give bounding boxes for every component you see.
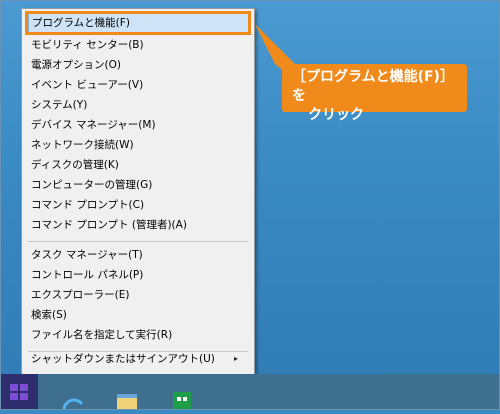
menu-item-event-viewer[interactable]: イベント ビューアー(V) <box>28 75 250 95</box>
instruction-callout: ［プログラムと機能(F)］を クリック <box>282 64 467 123</box>
menu-item-run[interactable]: ファイル名を指定して実行(R) <box>28 325 250 345</box>
start-button[interactable] <box>0 374 38 410</box>
explorer-icon[interactable] <box>115 390 139 410</box>
menu-item-shutdown-signout[interactable]: シャットダウンまたはサインアウト(U) ▸ <box>28 349 250 369</box>
highlight-frame <box>25 11 251 35</box>
menu-item-command-prompt-admin[interactable]: コマンド プロンプト (管理者)(A) <box>28 215 250 235</box>
menu-item-task-manager[interactable]: タスク マネージャー(T) <box>28 245 250 265</box>
menu-item-control-panel[interactable]: コントロール パネル(P) <box>28 265 250 285</box>
menu-item-device-manager[interactable]: デバイス マネージャー(M) <box>28 115 250 135</box>
menu-item-mobility-center[interactable]: モビリティ センター(B) <box>28 35 250 55</box>
callout-line-1: ［プログラムと機能(F)］を <box>292 69 454 104</box>
menu-item-explorer[interactable]: エクスプローラー(E) <box>28 285 250 305</box>
menu-item-system[interactable]: システム(Y) <box>28 95 250 115</box>
menu-item-disk-management[interactable]: ディスクの管理(K) <box>28 155 250 175</box>
menu-item-command-prompt[interactable]: コマンド プロンプト(C) <box>28 195 250 215</box>
ie-icon[interactable] <box>60 390 84 410</box>
menu-separator <box>28 241 248 242</box>
menu-item-label: シャットダウンまたはサインアウト(U) <box>31 353 215 365</box>
submenu-arrow-icon: ▸ <box>233 354 238 363</box>
store-icon[interactable] <box>170 390 194 410</box>
winx-context-menu: プログラムと機能(F) モビリティ センター(B) 電源オプション(O) イベン… <box>21 8 255 394</box>
menu-item-power-options[interactable]: 電源オプション(O) <box>28 55 250 75</box>
menu-item-search[interactable]: 検索(S) <box>28 305 250 325</box>
menu-item-network-connections[interactable]: ネットワーク接続(W) <box>28 135 250 155</box>
menu-item-computer-management[interactable]: コンピューターの管理(G) <box>28 175 250 195</box>
callout-line-2: クリック <box>308 107 364 123</box>
start-icon <box>10 384 28 400</box>
